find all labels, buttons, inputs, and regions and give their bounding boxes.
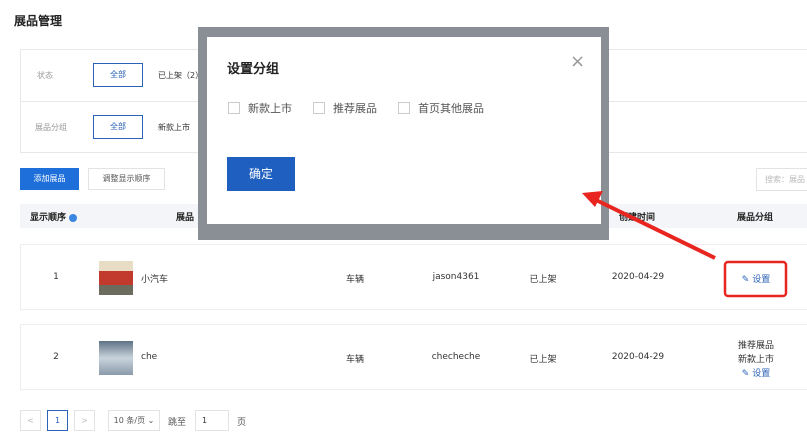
arrow-head-icon <box>582 191 603 207</box>
highlight-box <box>723 260 788 298</box>
arrow-icon <box>595 198 716 260</box>
annotation-overlay <box>582 191 788 298</box>
